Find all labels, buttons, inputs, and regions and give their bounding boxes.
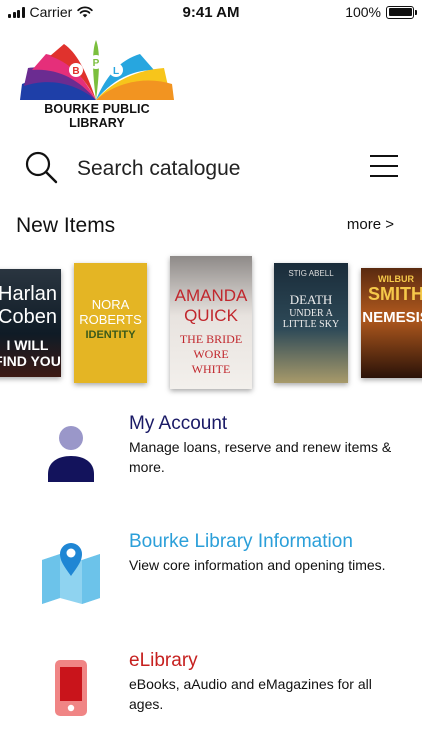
menu-item-my-account[interactable]: My Account Manage loans, reserve and ren… [0,410,422,500]
my-account-title[interactable]: My Account [129,413,227,435]
elibrary-title[interactable]: eLibrary [129,650,198,672]
search-input[interactable]: Search catalogue [77,157,240,181]
new-items-carousel[interactable]: Harlan Coben I WILL FIND YOU NORA ROBERT… [0,256,422,391]
elibrary-description: eBooks, aAudio and eMagazines for all ag… [129,676,372,712]
hamburger-menu-icon[interactable] [370,155,398,177]
book-cover[interactable]: AMANDA QUICK THE BRIDE WORE WHITE [170,256,252,389]
battery-icon [386,5,417,19]
status-right: 100% [345,4,417,20]
book-cover[interactable]: Harlan Coben I WILL FIND YOU [0,269,61,377]
book-cover[interactable]: NORA ROBERTS IDENTITY [74,263,147,383]
status-bar: Carrier 9:41 AM 100% [0,0,422,24]
battery-percent: 100% [345,4,381,20]
search-bar[interactable]: Search catalogue [22,148,402,188]
menu-item-library-information[interactable]: Bourke Library Information View core inf… [0,528,422,618]
logo-letter-p: P [93,58,100,69]
tablet-device-icon [55,660,87,716]
menu-item-elibrary[interactable]: eLibrary eBooks, aAudio and eMagazines f… [0,647,422,737]
library-information-description: View core information and opening times. [129,557,386,573]
library-logo: B P L BOURKE PUBLIC LIBRARY [16,40,178,130]
more-link[interactable]: more > [347,216,394,233]
library-information-title[interactable]: Bourke Library Information [129,531,353,553]
book-cover[interactable]: WILBUR SMITH NEMESIS [361,268,422,378]
my-account-description: Manage loans, reserve and renew items & … [129,439,392,475]
user-account-icon [48,426,94,482]
logo-letter-l: L [113,66,119,77]
logo-name: BOURKE PUBLIC LIBRARY [44,102,150,130]
book-cover[interactable]: STIG ABELL DEATH UNDER A LITTLE SKY [274,263,348,383]
logo-letter-b: B [72,66,79,77]
new-items-heading: New Items [16,214,116,237]
map-pin-icon [42,543,100,604]
search-icon[interactable] [24,150,58,184]
logo-book-icon: B P L [20,40,174,100]
